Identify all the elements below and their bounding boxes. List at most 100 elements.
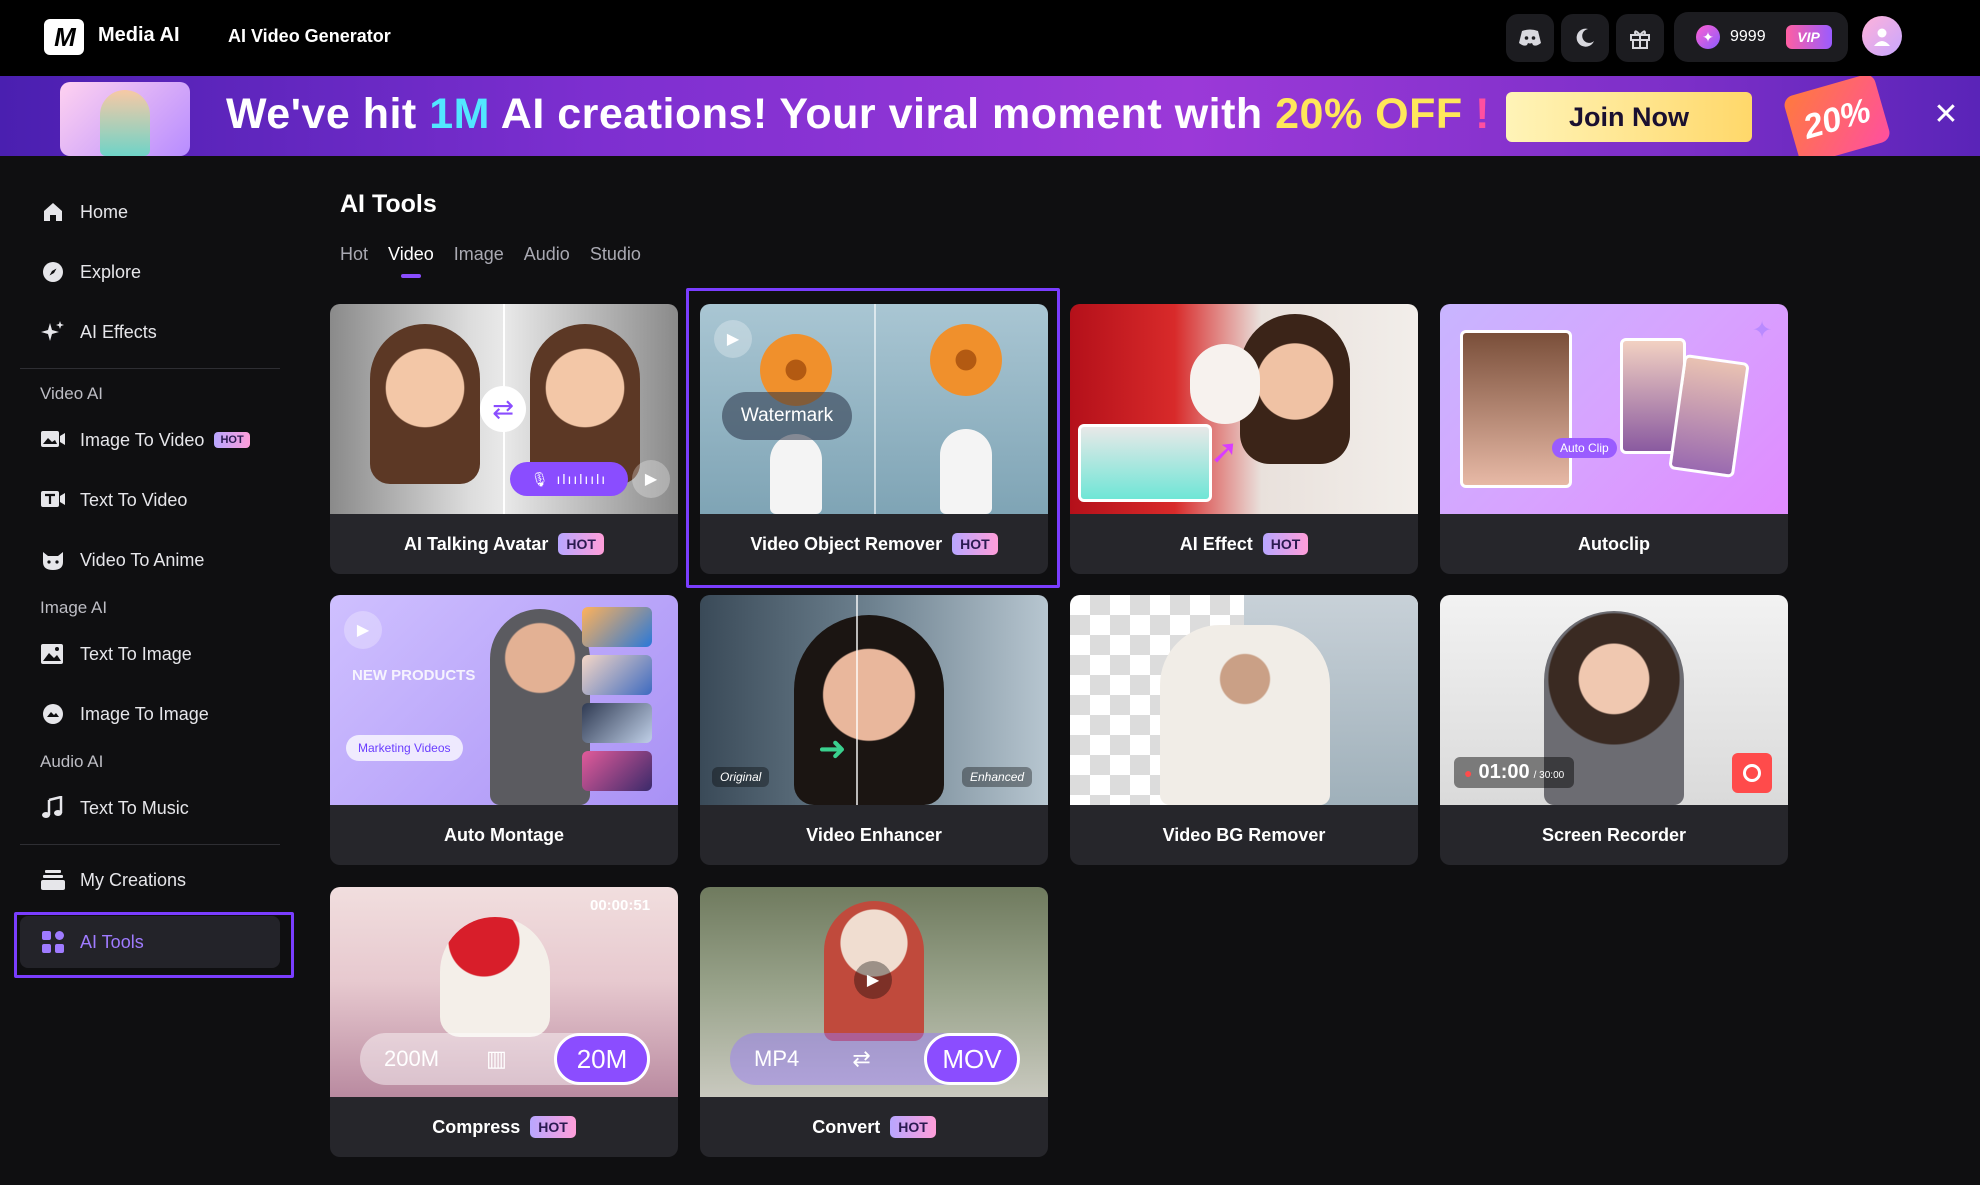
enhance-arrow-icon: ➜: [818, 730, 847, 768]
top-header: M Media AI AI Video Generator ✦ 9999 VIP: [0, 0, 1980, 76]
card-caption: Auto Montage: [330, 805, 678, 865]
card-thumbnail: [1070, 595, 1418, 805]
layers-icon: [40, 867, 66, 893]
tool-card-compress[interactable]: 00:00:51 200M ▥ 20M Compress HOT: [330, 887, 678, 1157]
hot-badge: HOT: [1262, 533, 1309, 555]
sidebar: Home Explore AI Effects Video AI Image T…: [0, 156, 290, 1185]
hot-badge: HOT: [214, 432, 250, 448]
breadcrumb[interactable]: AI Video Generator: [228, 26, 391, 47]
image-video-icon: [40, 427, 66, 453]
selected-card-highlight: [686, 288, 1060, 588]
sidebar-item-image-to-image[interactable]: Image To Image: [20, 688, 280, 740]
dancer-image: [440, 917, 550, 1037]
arrow-icon: ➚: [1210, 433, 1239, 471]
auto-clip-label: Auto Clip: [1552, 438, 1617, 458]
zip-icon: ▥: [486, 1046, 507, 1071]
sidebar-item-explore[interactable]: Explore: [20, 246, 280, 298]
card-thumbnail: ⇄ 🎙 ılıılıılı ▶: [330, 304, 678, 514]
tab-image[interactable]: Image: [454, 244, 504, 265]
new-products-label: NEW PRODUCTS: [352, 667, 476, 684]
card-caption: Video Enhancer: [700, 805, 1048, 865]
tool-card-ai-talking-avatar[interactable]: ⇄ 🎙 ılıılıılı ▶ AI Talking Avatar HOT: [330, 304, 678, 574]
santa-beard-image: [1190, 344, 1260, 424]
card-title: Autoclip: [1578, 533, 1650, 554]
sidebar-item-my-creations[interactable]: My Creations: [20, 854, 280, 906]
banner-headline: We've hit 1M AI creations! Your viral mo…: [226, 90, 1490, 139]
sidebar-item-text-to-video[interactable]: Text To Video: [20, 474, 280, 526]
enhanced-label: Enhanced: [962, 767, 1033, 787]
vip-badge[interactable]: VIP: [1785, 25, 1832, 49]
sidebar-item-ai-effects[interactable]: AI Effects: [20, 306, 280, 358]
preview-thumb: [582, 751, 652, 791]
hot-badge: HOT: [530, 1116, 576, 1138]
credit-count: 9999: [1730, 28, 1766, 45]
brand-name[interactable]: Media AI: [98, 24, 180, 47]
tool-card-auto-montage[interactable]: ▶ NEW PRODUCTS Marketing Videos Auto Mon…: [330, 595, 678, 865]
banner-character-image: [100, 90, 150, 156]
tool-card-video-enhancer[interactable]: ➜ Original Enhanced Video Enhancer: [700, 595, 1048, 865]
sidebar-item-label: Image To Image: [80, 703, 209, 724]
subject-image: [1160, 625, 1330, 805]
marketing-videos-chip: Marketing Videos: [346, 735, 463, 761]
tab-audio[interactable]: Audio: [524, 244, 570, 265]
discord-button[interactable]: [1506, 14, 1554, 62]
tab-hot[interactable]: Hot: [340, 244, 368, 265]
video-duration: 00:00:51: [590, 897, 651, 914]
sidebar-item-image-to-video[interactable]: Image To Video HOT: [20, 414, 280, 466]
sidebar-section-audio: Audio AI: [40, 752, 104, 771]
card-title: Video Enhancer: [806, 824, 942, 845]
recording-dot-icon: ●: [1464, 765, 1473, 781]
card-caption: Convert HOT: [700, 1097, 1048, 1157]
play-icon: ▶: [344, 611, 382, 649]
banner-text-mid: AI creations! Your viral moment with: [489, 90, 1276, 138]
close-icon[interactable]: ✕: [1930, 100, 1962, 132]
tab-studio[interactable]: Studio: [590, 244, 641, 265]
hot-badge: HOT: [890, 1116, 936, 1138]
moon-icon: [1576, 28, 1594, 47]
text-video-icon: [40, 487, 66, 513]
card-thumbnail: 00:00:51 200M ▥ 20M: [330, 887, 678, 1097]
banner-highlight-off: 20% OFF: [1275, 90, 1463, 138]
image-transform-icon: [40, 701, 66, 727]
promo-banner[interactable]: We've hit 1M AI creations! Your viral mo…: [0, 76, 1980, 156]
join-now-button[interactable]: Join Now: [1506, 92, 1752, 142]
music-icon: [40, 795, 66, 821]
card-thumbnail: ➚: [1070, 304, 1418, 514]
theme-toggle-button[interactable]: [1561, 14, 1609, 62]
source-photo-inset: [1078, 424, 1212, 502]
tool-card-video-bg-remover[interactable]: Video BG Remover: [1070, 595, 1418, 865]
presenter-image: [490, 609, 590, 805]
sidebar-item-label: Video To Anime: [80, 549, 205, 570]
hot-badge: HOT: [558, 533, 604, 555]
card-title: Convert: [812, 1116, 881, 1137]
tab-video[interactable]: Video: [388, 244, 434, 278]
size-before: 200M: [384, 1046, 440, 1071]
original-label: Original: [712, 767, 770, 787]
banner-exclamation: !: [1462, 90, 1490, 138]
card-caption: AI Talking Avatar HOT: [330, 514, 678, 574]
user-avatar[interactable]: [1862, 16, 1902, 56]
credits-box[interactable]: ✦ 9999 VIP: [1674, 12, 1848, 62]
sidebar-item-text-to-image[interactable]: Text To Image: [20, 628, 280, 680]
sidebar-item-label: Text To Video: [80, 489, 188, 510]
sidebar-item-video-to-anime[interactable]: Video To Anime: [20, 534, 280, 586]
card-caption: Autoclip: [1440, 514, 1788, 574]
sidebar-item-home[interactable]: Home: [20, 186, 280, 238]
format-from: MP4: [754, 1046, 800, 1071]
user-icon: [1874, 28, 1890, 46]
card-caption: Video BG Remover: [1070, 805, 1418, 865]
gift-button[interactable]: [1616, 14, 1664, 62]
portrait-image: [794, 615, 944, 805]
logo-icon[interactable]: M: [44, 19, 84, 55]
preview-thumb: [582, 703, 652, 743]
tool-card-screen-recorder[interactable]: ● 01:00 / 30:00 Screen Recorder: [1440, 595, 1788, 865]
voice-wave-icon: 🎙 ılıılıılı: [510, 462, 628, 496]
banner-highlight-1m: 1M: [429, 90, 490, 138]
tool-card-convert[interactable]: ▶ MP4 ⇄ MOV Convert HOT: [700, 887, 1048, 1157]
sidebar-item-text-to-music[interactable]: Text To Music: [20, 782, 280, 834]
record-stop-icon: [1732, 753, 1772, 793]
credit-gem-icon: ✦: [1696, 25, 1720, 49]
tool-card-ai-effect[interactable]: ➚ AI Effect HOT: [1070, 304, 1418, 574]
tool-card-autoclip[interactable]: Auto Clip ✦ Autoclip: [1440, 304, 1788, 574]
card-thumbnail: ➜ Original Enhanced: [700, 595, 1048, 805]
